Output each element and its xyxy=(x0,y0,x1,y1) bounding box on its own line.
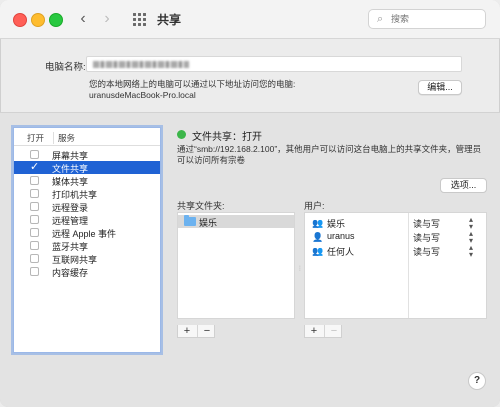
computer-address-info: 您的本地网络上的电脑可以通过以下地址访问您的电脑: uranusdeMacBoo… xyxy=(89,79,295,101)
service-row-internet-sharing[interactable]: 互联网共享 xyxy=(14,252,160,265)
user-name: 娱乐 xyxy=(327,219,346,229)
permission-value[interactable]: 读与写 xyxy=(413,231,440,244)
service-checkbox[interactable] xyxy=(30,254,39,263)
folder-add-remove-controls: + − xyxy=(177,325,215,338)
show-all-grid-icon[interactable] xyxy=(133,13,146,26)
service-checkbox[interactable] xyxy=(30,267,39,276)
popup-arrows-icon[interactable]: ▴ ▾ xyxy=(469,230,473,245)
remove-folder-button[interactable]: − xyxy=(197,325,216,337)
shared-folder-name: 娱乐 xyxy=(199,218,218,228)
service-checkbox[interactable] xyxy=(30,202,39,211)
service-checkbox[interactable] xyxy=(30,189,39,198)
computer-name-field[interactable] xyxy=(86,56,462,72)
permission-value[interactable]: 读与写 xyxy=(413,245,440,258)
search-box[interactable]: ⌕ xyxy=(368,9,486,29)
users-permissions-list[interactable]: 👥 娱乐 读与写 ▴ ▾ 👤 uranus 读与写 ▴ ▾ 👥 任何人 读与写 ▴ ▾ xyxy=(304,212,487,319)
close-window-button[interactable] xyxy=(13,13,27,27)
service-checkbox[interactable] xyxy=(30,176,39,185)
service-row-remote-apple-events[interactable]: 远程 Apple 事件 xyxy=(14,226,160,239)
service-row-printer-sharing[interactable]: 打印机共享 xyxy=(14,187,160,200)
service-checkbox[interactable] xyxy=(30,228,39,237)
shared-folder-row[interactable]: 娱乐 xyxy=(178,215,294,228)
local-hostname: uranusdeMacBook-Pro.local xyxy=(89,90,196,100)
search-icon: ⌕ xyxy=(377,13,384,25)
service-row-content-caching[interactable]: 内容缓存 xyxy=(14,265,160,278)
users-label: 用户: xyxy=(304,201,325,211)
user-name: 任何人 xyxy=(327,247,355,257)
group-icon: 👥 xyxy=(312,246,324,256)
sharing-description: 通过“smb://192.168.2.100”，其他用户可以访问这台电脑上的共享… xyxy=(177,144,482,165)
zoom-window-button[interactable] xyxy=(49,13,63,27)
status-indicator-icon xyxy=(177,130,186,139)
services-list[interactable]: 打开 服务 屏幕共享 ✓ 文件共享 媒体共享 打印机共享 远程登录 远程管理 远… xyxy=(13,127,161,353)
checkmark-icon[interactable]: ✓ xyxy=(30,162,39,173)
back-arrow-icon[interactable]: ‹ xyxy=(74,10,92,28)
service-checkbox[interactable] xyxy=(30,150,39,159)
group-icon: 👥 xyxy=(312,218,324,228)
service-checkbox[interactable] xyxy=(30,215,39,224)
column-service-header: 服务 xyxy=(53,132,75,144)
redacted-computer-name xyxy=(93,61,189,68)
service-row-screen-sharing[interactable]: 屏幕共享 xyxy=(14,148,160,161)
file-sharing-status: 文件共享：打开 xyxy=(192,132,262,143)
service-checkbox[interactable] xyxy=(30,241,39,250)
split-handle-icon[interactable]: ⋮ xyxy=(297,265,303,272)
popup-arrows-icon[interactable]: ▴ ▾ xyxy=(469,216,473,231)
user-add-remove-controls: + − xyxy=(304,325,342,338)
services-header: 打开 服务 xyxy=(14,128,160,146)
search-input[interactable] xyxy=(391,12,481,26)
remove-user-button[interactable]: − xyxy=(324,325,343,337)
service-label: 内容缓存 xyxy=(52,268,89,278)
address-info-text: 您的本地网络上的电脑可以通过以下地址访问您的电脑: xyxy=(89,79,296,89)
system-preferences-window: ‹ › 共享 ⌕ 电脑名称: 您的本地网络上的电脑可以通过以下地址访问您的电脑:… xyxy=(0,0,500,407)
shared-folders-list[interactable]: 娱乐 xyxy=(177,212,295,319)
permission-value[interactable]: 读与写 xyxy=(413,217,440,230)
add-user-button[interactable]: + xyxy=(305,325,323,337)
service-row-bluetooth-sharing[interactable]: 蓝牙共享 xyxy=(14,239,160,252)
user-row[interactable]: 👥 娱乐 读与写 ▴ ▾ xyxy=(305,216,486,231)
shared-folders-label: 共享文件夹: xyxy=(177,201,225,211)
service-row-media-sharing[interactable]: 媒体共享 xyxy=(14,174,160,187)
user-name: uranus xyxy=(327,231,355,241)
column-on-header: 打开 xyxy=(27,133,45,143)
user-icon: 👤 xyxy=(312,232,324,242)
help-button[interactable]: ? xyxy=(468,372,486,390)
popup-arrows-icon[interactable]: ▴ ▾ xyxy=(469,244,473,259)
service-row-file-sharing[interactable]: ✓ 文件共享 xyxy=(14,161,160,174)
user-row[interactable]: 👤 uranus 读与写 ▴ ▾ xyxy=(305,230,486,245)
edit-button[interactable]: 编辑... xyxy=(418,80,462,95)
sharing-main-panel: 打开 服务 屏幕共享 ✓ 文件共享 媒体共享 打印机共享 远程登录 远程管理 远… xyxy=(0,112,500,407)
folder-icon xyxy=(184,215,196,226)
add-folder-button[interactable]: + xyxy=(178,325,196,337)
service-row-remote-login[interactable]: 远程登录 xyxy=(14,200,160,213)
window-title: 共享 xyxy=(157,13,182,27)
options-button[interactable]: 选项... xyxy=(440,178,487,193)
title-bar: ‹ › 共享 ⌕ xyxy=(0,0,500,39)
user-row[interactable]: 👥 任何人 读与写 ▴ ▾ xyxy=(305,244,486,259)
minimize-window-button[interactable] xyxy=(31,13,45,27)
computer-name-label: 电脑名称: xyxy=(45,62,86,73)
service-row-remote-management[interactable]: 远程管理 xyxy=(14,213,160,226)
forward-arrow-icon[interactable]: › xyxy=(98,10,116,28)
